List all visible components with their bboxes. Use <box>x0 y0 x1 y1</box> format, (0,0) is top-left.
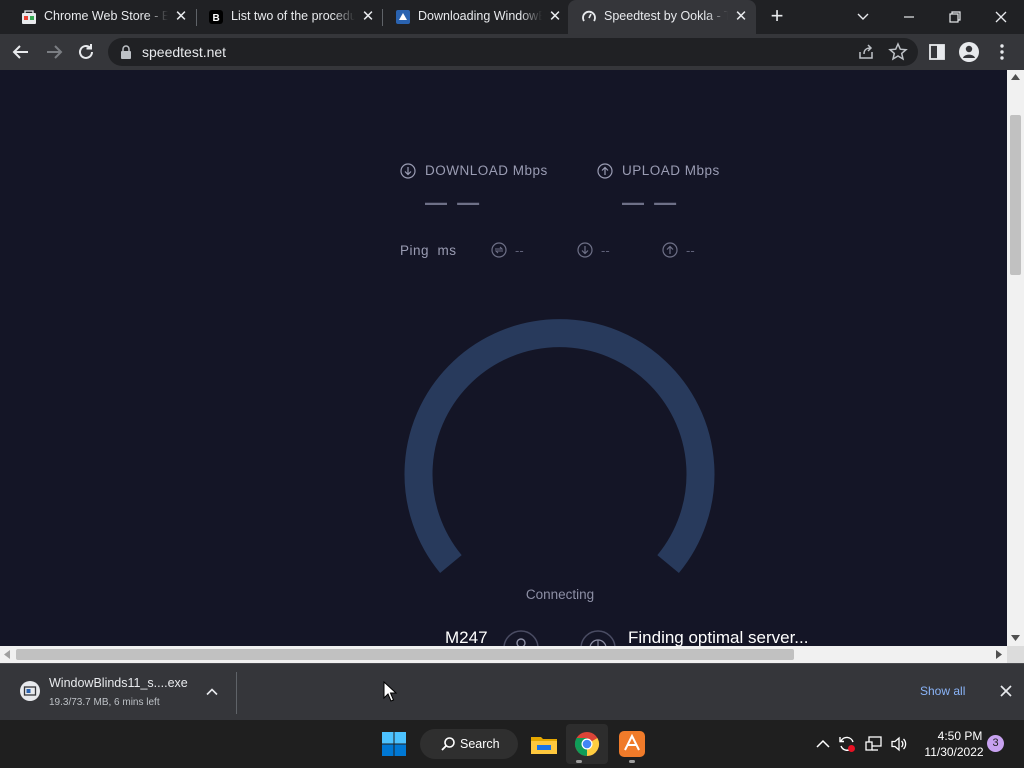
download-filename: WindowBlinds11_s....exe <box>49 676 188 690</box>
share-icon[interactable] <box>854 40 878 64</box>
jitter-value: -- <box>515 243 524 258</box>
server-globe-icon <box>580 630 616 646</box>
download-shelf: WindowBlinds11_s....exe 19.3/73.7 MB, 6 … <box>0 663 1024 720</box>
scrollbar-corner <box>1007 646 1024 663</box>
brainly-icon: B <box>209 10 223 24</box>
server-status: Finding optimal server... <box>628 628 809 646</box>
upload-arrow-icon <box>597 163 613 179</box>
bookmark-star-icon[interactable] <box>886 40 910 64</box>
tab-close-icon[interactable]: ✕ <box>360 9 376 25</box>
tab-close-icon[interactable]: ✕ <box>733 9 749 25</box>
notification-badge[interactable]: 3 <box>987 735 1004 752</box>
horizontal-scroll-thumb[interactable] <box>16 649 794 660</box>
svg-text:B: B <box>213 13 220 24</box>
download-label: DOWNLOAD Mbps <box>425 163 548 178</box>
sync-alert-icon[interactable] <box>837 734 857 754</box>
tab-close-icon[interactable]: ✕ <box>173 9 189 25</box>
jitter-icon <box>491 242 507 258</box>
isp-name: M247 <box>445 628 488 646</box>
scroll-down-arrow-icon[interactable] <box>1011 635 1020 641</box>
chrome-running-indicator <box>576 760 582 763</box>
clock-time[interactable]: 4:50 PM <box>930 729 990 743</box>
app-running-indicator <box>629 760 635 763</box>
tab-chrome-web-store[interactable]: Chrome Web Store - Extensions ✕ <box>8 0 196 34</box>
taskbar-search[interactable]: Search <box>420 729 518 759</box>
softpedia-icon <box>396 10 410 24</box>
tab-title: Chrome Web Store - Extensions <box>44 9 168 23</box>
download-arrow-icon <box>400 163 416 179</box>
new-tab-button[interactable]: + <box>766 5 788 28</box>
browser-toolbar: speedtest.net <box>0 34 1024 70</box>
speed-gauge <box>404 319 715 574</box>
ping-upload-value: -- <box>686 243 695 258</box>
download-item[interactable]: WindowBlinds11_s....exe 19.3/73.7 MB, 6 … <box>0 664 236 721</box>
tab-title: Speedtest by Ookla - The Global Broadban… <box>604 9 728 23</box>
ping-upload-icon <box>662 242 678 258</box>
tab-strip: Chrome Web Store - Extensions ✕ B List t… <box>0 0 1024 34</box>
url-text[interactable]: speedtest.net <box>142 44 226 60</box>
horizontal-scrollbar[interactable] <box>0 646 1007 663</box>
search-label: Search <box>460 737 500 751</box>
scroll-left-arrow-icon[interactable] <box>4 650 10 659</box>
tab-title: Downloading WindowBlinds <box>418 9 542 23</box>
clock-date[interactable]: 11/30/2022 <box>919 745 989 759</box>
tab-speedtest[interactable]: Speedtest by Ookla - The Global Broadban… <box>568 0 756 34</box>
ping-download-value: -- <box>601 243 610 258</box>
tab-list-procedures[interactable]: B List two of the procedures ✕ <box>195 0 383 34</box>
network-icon[interactable] <box>864 734 884 754</box>
close-window-icon[interactable] <box>988 4 1014 30</box>
windows-taskbar: Search 4:50 PM 11/30/2022 3 <box>0 720 1024 768</box>
tab-search-chevron-icon[interactable] <box>850 4 876 30</box>
installer-file-icon <box>20 681 40 701</box>
scroll-up-arrow-icon[interactable] <box>1011 74 1020 80</box>
tray-overflow-chevron-icon[interactable] <box>813 734 833 754</box>
volume-icon[interactable] <box>889 734 909 754</box>
file-explorer-icon[interactable] <box>528 728 560 760</box>
reload-icon[interactable] <box>74 40 98 64</box>
address-bar[interactable]: speedtest.net <box>108 38 918 66</box>
chevron-up-icon[interactable] <box>204 684 220 700</box>
close-download-shelf-icon[interactable] <box>998 683 1014 699</box>
show-all-link[interactable]: Show all <box>920 684 965 698</box>
download-progress-text: 19.3/73.7 MB, 6 mins left <box>49 697 160 708</box>
tab-title: List two of the procedures <box>231 9 355 23</box>
download-value: — — <box>425 190 482 215</box>
profile-avatar-icon[interactable] <box>957 40 981 64</box>
chrome-icon[interactable] <box>571 728 603 760</box>
ping-download-icon <box>577 242 593 258</box>
search-icon <box>441 737 455 751</box>
back-arrow-icon[interactable] <box>9 40 33 64</box>
vertical-scrollbar[interactable] <box>1007 70 1024 646</box>
screen: Chrome Web Store - Extensions ✕ B List t… <box>0 0 1024 768</box>
isp-user-icon <box>503 630 539 646</box>
stardock-app-icon[interactable] <box>616 728 648 760</box>
restore-icon[interactable] <box>942 4 968 30</box>
scroll-right-arrow-icon[interactable] <box>996 650 1002 659</box>
menu-kebab-icon[interactable] <box>990 40 1014 64</box>
connecting-status: Connecting <box>525 587 595 602</box>
lock-icon[interactable] <box>120 45 132 59</box>
windows-start-icon[interactable] <box>378 728 410 760</box>
forward-arrow-icon[interactable] <box>42 40 66 64</box>
minimize-icon[interactable] <box>896 4 922 30</box>
speedtest-page: DOWNLOAD Mbps — — UPLOAD Mbps — — Ping m… <box>0 70 1007 646</box>
upload-label: UPLOAD Mbps <box>622 163 720 178</box>
speedtest-icon <box>582 10 596 22</box>
upload-value: — — <box>622 190 679 215</box>
side-panel-icon[interactable] <box>925 40 949 64</box>
tab-close-icon[interactable]: ✕ <box>547 9 563 25</box>
chrome-web-store-icon <box>22 10 36 24</box>
mouse-cursor-icon <box>383 681 397 702</box>
vertical-scroll-thumb[interactable] <box>1010 115 1021 275</box>
ping-label: Ping ms <box>400 243 457 258</box>
tab-downloading-windowblinds[interactable]: Downloading WindowBlinds ✕ <box>382 0 570 34</box>
download-divider <box>236 672 237 714</box>
